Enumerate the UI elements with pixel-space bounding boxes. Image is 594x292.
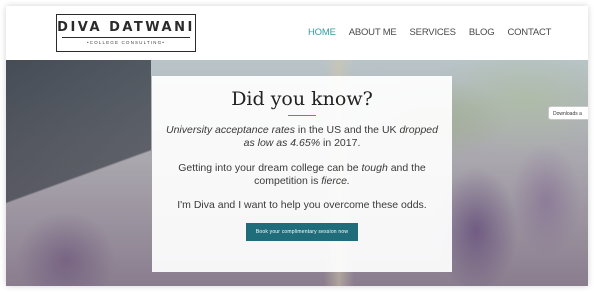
- hero-title: Did you know?: [231, 88, 373, 110]
- hero-intro-text: I'm Diva and I want to help you overcome…: [177, 199, 427, 211]
- nav-item-contact[interactable]: CONTACT: [507, 27, 551, 38]
- book-session-button[interactable]: Book your complimentary session now: [245, 223, 359, 241]
- stat-phrase-2: in the US and the UK: [294, 124, 400, 136]
- browser-viewport: DIVA DATWANI •COLLEGE CONSULTING• HOME A…: [6, 6, 588, 286]
- graduation-cap-image: [6, 60, 151, 210]
- downloads-tab[interactable]: Downloads a: [548, 106, 588, 120]
- hero-banner: Did you know? University acceptance rate…: [6, 60, 588, 286]
- nav-item-home[interactable]: HOME: [308, 27, 336, 38]
- nav-item-services[interactable]: SERVICES: [410, 27, 456, 38]
- hero-card: Did you know? University acceptance rate…: [152, 76, 452, 272]
- logo-divider: [62, 37, 190, 38]
- nav-item-blog[interactable]: BLOG: [469, 27, 495, 38]
- competition-phrase-2: tough: [361, 162, 388, 174]
- main-nav: HOME ABOUT ME SERVICES BLOG CONTACT: [308, 27, 551, 38]
- site-logo[interactable]: DIVA DATWANI •COLLEGE CONSULTING•: [56, 14, 196, 52]
- title-divider: [288, 115, 316, 116]
- nav-item-about-me[interactable]: ABOUT ME: [349, 27, 397, 38]
- competition-phrase-1: Getting into your dream college can be: [178, 162, 362, 174]
- hero-competition-text: Getting into your dream college can be t…: [162, 162, 442, 188]
- logo-name: DIVA DATWANI: [57, 20, 195, 35]
- hero-stat-text: University acceptance rates in the US an…: [162, 124, 442, 150]
- site-header: DIVA DATWANI •COLLEGE CONSULTING• HOME A…: [6, 6, 588, 60]
- stat-phrase-4: in 2017.: [320, 137, 361, 149]
- stat-phrase-1: University acceptance rates: [165, 124, 295, 136]
- competition-phrase-4: fierce.: [321, 175, 350, 187]
- logo-tagline: •COLLEGE CONSULTING•: [87, 40, 165, 45]
